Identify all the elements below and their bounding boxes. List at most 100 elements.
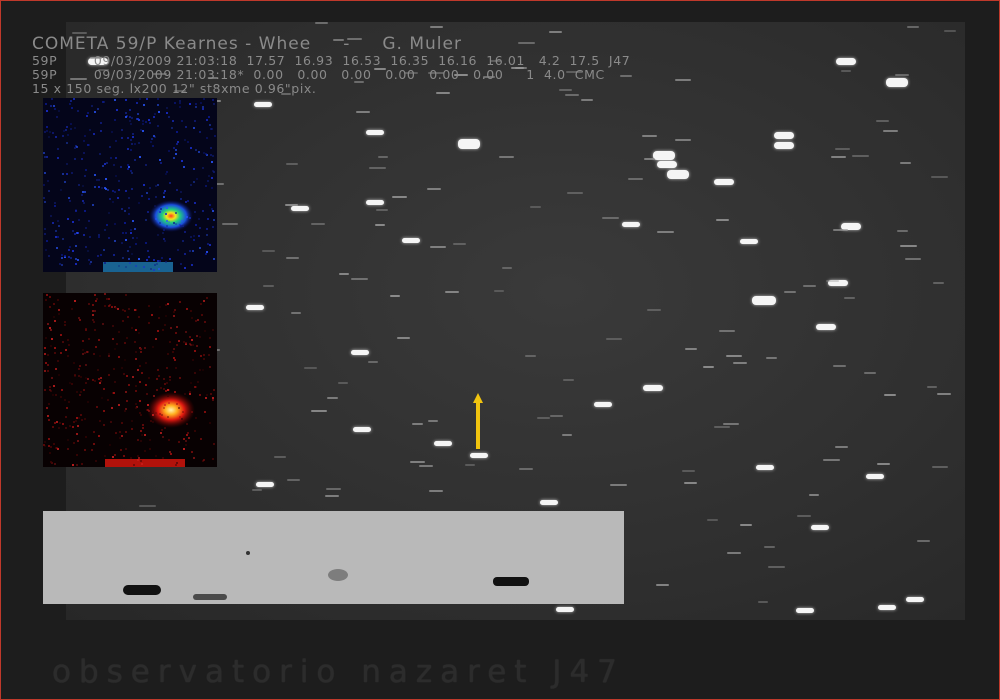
- noise-speck: [55, 136, 57, 138]
- noise-speck: [60, 352, 62, 354]
- noise-speck: [138, 258, 140, 260]
- noise-speck: [47, 370, 49, 372]
- noise-speck: [191, 264, 193, 266]
- noise-speck: [147, 409, 149, 411]
- noise-speck: [213, 103, 215, 105]
- faint-star-trail: [311, 223, 325, 225]
- noise-speck: [158, 111, 160, 113]
- noise-speck: [142, 120, 144, 122]
- noise-speck: [175, 149, 177, 151]
- noise-speck: [112, 201, 114, 203]
- faint-star-trail: [610, 484, 627, 486]
- noise-speck: [100, 380, 102, 382]
- noise-speck: [168, 439, 170, 441]
- noise-speck: [186, 216, 188, 218]
- noise-speck: [191, 339, 193, 341]
- noise-speck: [127, 168, 129, 170]
- noise-speck: [205, 153, 207, 155]
- noise-speck: [101, 187, 103, 189]
- noise-speck: [152, 145, 154, 147]
- noise-speck: [49, 131, 51, 133]
- noise-speck: [141, 195, 143, 197]
- noise-speck: [176, 326, 178, 328]
- noise-speck: [154, 205, 156, 207]
- noise-speck: [176, 462, 178, 464]
- noise-speck: [114, 99, 116, 101]
- noise-speck: [69, 246, 71, 248]
- star-trail: [774, 132, 794, 139]
- noise-speck: [98, 435, 100, 437]
- faint-star-trail: [368, 361, 378, 363]
- noise-speck: [66, 126, 68, 128]
- noise-speck: [159, 413, 161, 415]
- noise-speck: [150, 268, 152, 270]
- noise-speck: [135, 358, 137, 360]
- noise-speck: [163, 388, 165, 390]
- noise-speck: [163, 229, 165, 231]
- noise-speck: [123, 373, 125, 375]
- noise-speck: [61, 254, 63, 256]
- noise-speck: [205, 253, 207, 255]
- noise-speck: [50, 446, 52, 448]
- noise-speck: [157, 330, 159, 332]
- noise-speck: [82, 185, 84, 187]
- noise-speck: [116, 109, 118, 111]
- noise-speck: [76, 433, 78, 435]
- noise-speck: [70, 128, 72, 130]
- noise-speck: [67, 439, 69, 441]
- noise-speck: [155, 196, 157, 198]
- noise-speck: [161, 429, 163, 431]
- noise-speck: [89, 236, 91, 238]
- noise-speck: [192, 344, 194, 346]
- noise-speck: [68, 256, 70, 258]
- noise-speck: [212, 458, 214, 460]
- noise-speck: [125, 112, 127, 114]
- noise-speck: [65, 349, 67, 351]
- faint-star-trail: [376, 209, 388, 211]
- noise-speck: [51, 98, 53, 100]
- noise-speck: [204, 330, 206, 332]
- noise-speck: [140, 440, 142, 442]
- noise-speck: [170, 453, 172, 455]
- noise-speck: [98, 186, 100, 188]
- noise-speck: [75, 210, 77, 212]
- noise-speck: [209, 422, 211, 424]
- noise-speck: [131, 188, 133, 190]
- noise-speck: [115, 432, 117, 434]
- noise-speck: [168, 402, 170, 404]
- faint-star-trail: [315, 22, 328, 24]
- star-trail: [811, 525, 829, 530]
- star-trail: [353, 427, 371, 432]
- noise-speck: [184, 393, 186, 395]
- noise-speck: [78, 417, 80, 419]
- noise-speck: [109, 146, 111, 148]
- noise-speck: [46, 294, 48, 296]
- noise-speck: [213, 443, 215, 445]
- noise-speck: [60, 189, 62, 191]
- noise-speck: [84, 175, 86, 177]
- noise-speck: [110, 421, 112, 423]
- noise-speck: [124, 210, 126, 212]
- noise-speck: [100, 130, 102, 132]
- noise-speck: [180, 225, 182, 227]
- noise-speck: [81, 463, 83, 465]
- noise-speck: [213, 219, 215, 221]
- noise-speck: [165, 213, 167, 215]
- noise-speck: [57, 299, 59, 301]
- faint-star-trail: [465, 464, 475, 466]
- noise-speck: [189, 336, 191, 338]
- noise-speck: [131, 253, 133, 255]
- noise-speck: [180, 198, 182, 200]
- noise-speck: [132, 136, 134, 138]
- noise-speck: [44, 228, 46, 230]
- noise-speck: [200, 355, 202, 357]
- noise-speck: [196, 178, 198, 180]
- noise-speck: [158, 317, 160, 319]
- noise-speck: [77, 110, 79, 112]
- noise-speck: [173, 311, 175, 313]
- noise-speck: [67, 448, 69, 450]
- noise-speck: [74, 300, 76, 302]
- noise-speck: [94, 329, 96, 331]
- noise-speck: [196, 345, 198, 347]
- star-trail: [366, 130, 384, 135]
